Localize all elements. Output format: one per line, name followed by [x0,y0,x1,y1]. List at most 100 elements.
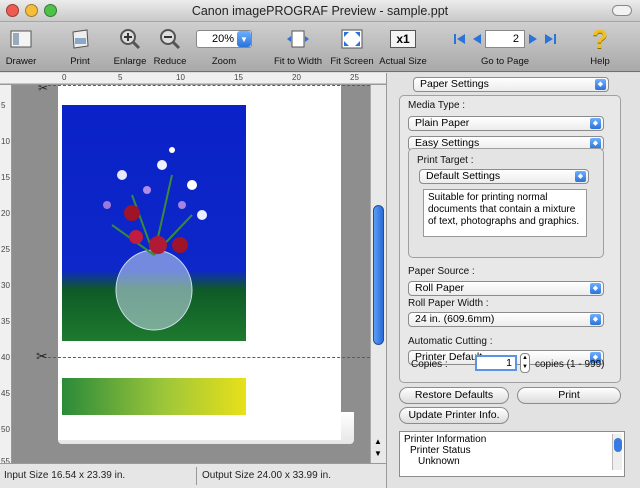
fit-to-width-label: Fit to Width [273,56,323,67]
toolbar-toggle-button[interactable] [612,5,632,16]
ruler-label: 25 [350,73,359,82]
help-button[interactable]: ? Help [580,22,620,72]
page-number-input[interactable]: 2 [485,30,525,48]
update-printer-info-button[interactable]: Update Printer Info. [399,407,509,424]
ruler-label: 25 [1,245,10,254]
paper-settings-group: Media Type : Plain Paper ◆ Easy Settings… [399,95,621,383]
chevron-updown-icon: ◆ [590,314,601,325]
print-button[interactable]: Print [62,22,98,72]
last-page-icon[interactable] [543,32,557,46]
ruler-label: 15 [234,73,243,82]
automatic-cutting-label: Automatic Cutting : [408,336,493,347]
toolbar: Drawer Print Enlarge Reduce 20% ▼ Zoom Fi… [0,22,640,72]
copies-input[interactable]: 1 [475,355,517,371]
zoom-label: Zoom [211,56,237,67]
fit-to-width-button[interactable]: Fit to Width [270,22,326,72]
media-type-label: Media Type : [408,100,466,111]
zoom-value: 20% [211,33,234,45]
drawer-label: Drawer [5,56,37,67]
print-panel-button[interactable]: Print [517,387,621,404]
actual-size-icon: x1 [390,30,416,48]
print-target-value: Default Settings [426,170,501,182]
printer-info-heading: Printer Information [404,434,487,445]
zoom-control: 20% ▼ Zoom [192,22,256,72]
preview-canvas[interactable]: ✂ ✂ [12,85,370,463]
roll-width-label: Roll Paper Width : [408,298,489,309]
next-page-icon[interactable] [528,32,540,46]
restore-defaults-button[interactable]: Restore Defaults [399,387,509,404]
scroll-up-icon[interactable]: ▲ [374,437,382,446]
enlarge-label: Enlarge [113,56,147,67]
copies-range-text: copies (1 - 999) [535,359,605,370]
drawer-button[interactable]: Drawer [2,22,40,72]
ruler-label: 20 [1,209,10,218]
ruler-ticks [0,83,386,84]
copies-label: Copies : [411,359,448,370]
paper-source-select[interactable]: Roll Paper ◆ [408,281,604,296]
chevron-updown-icon: ◆ [595,79,606,90]
ruler-label: 35 [1,317,10,326]
printer-info-box: Printer Information Printer Status Unkno… [399,431,625,477]
previous-page-icon[interactable] [470,32,482,46]
window-title: Canon imagePROGRAF Preview - sample.ppt [191,4,449,18]
media-type-select[interactable]: Plain Paper ◆ [408,116,604,131]
zoom-in-icon [120,29,141,50]
fit-width-icon [287,30,309,48]
reduce-button[interactable]: Reduce [152,22,188,72]
scissors-icon: ✂ [36,348,48,364]
title-bar: Canon imagePROGRAF Preview - sample.ppt [0,0,640,22]
second-page-photo [62,378,246,415]
zoom-dropdown-icon: ▼ [237,31,251,47]
print-target-label: Print Target : [417,155,474,166]
settings-panel: Paper Settings ◆ Media Type : Plain Pape… [386,73,640,488]
input-size-text: Input Size 16.54 x 23.39 in. [4,470,126,481]
fit-screen-icon [341,29,363,49]
print-target-description: Suitable for printing normal documents t… [423,189,587,237]
go-to-page-label: Go to Page [480,56,530,67]
scroll-down-icon[interactable]: ▼ [374,449,382,458]
zoom-out-icon [160,29,181,50]
easy-settings-group: Print Target : Default Settings ◆ Suitab… [408,148,604,258]
vertical-scrollbar[interactable]: ▲ ▼ [370,85,386,463]
print-label: Print [70,56,90,67]
printer-status-value: Unknown [418,456,460,467]
ruler-label: 45 [1,389,10,398]
preview-window: Canon imagePROGRAF Preview - sample.ppt … [0,0,640,488]
status-bar: Input Size 16.54 x 23.39 in. Output Size… [0,463,386,488]
ruler-label: 40 [1,353,10,362]
roll-width-value: 24 in. (609.6mm) [415,313,495,325]
ruler-label: 10 [176,73,185,82]
zoom-select[interactable]: 20% ▼ [196,30,252,48]
page-navigation: 2 Go to Page [446,22,564,72]
ruler-label: 5 [1,101,6,110]
ruler-label: 0 [62,73,67,82]
info-scrollbar[interactable] [612,434,622,470]
printer-icon [72,29,89,49]
enlarge-button[interactable]: Enlarge [112,22,148,72]
media-type-value: Plain Paper [415,117,470,129]
ruler-label: 50 [1,425,10,434]
fit-screen-button[interactable]: Fit Screen [328,22,376,72]
print-target-select[interactable]: Default Settings ◆ [419,169,589,184]
copies-stepper[interactable]: ▲ ▼ [520,353,530,373]
help-icon: ? [592,23,608,54]
flower-photo [62,105,246,341]
top-scissors-icon: ✂ [38,85,49,95]
actual-size-label: Actual Size [379,56,427,67]
first-page-icon[interactable] [453,32,467,46]
cut-line [48,357,370,358]
vertical-ruler: 5 10 15 20 25 30 35 40 45 50 55 [0,85,12,463]
roll-width-select[interactable]: 24 in. (609.6mm) ◆ [408,312,604,327]
paper-source-label: Paper Source : [408,266,475,277]
flower-bouquet-image [103,147,207,331]
ruler-label: 5 [118,73,123,82]
ruler-label: 20 [292,73,301,82]
scroll-thumb[interactable] [373,205,384,345]
actual-size-button[interactable]: x1 Actual Size [378,22,428,72]
fit-screen-label: Fit Screen [330,56,374,67]
ruler-label: 10 [1,137,10,146]
ruler-label: 15 [1,173,10,182]
top-cut-line [48,85,370,86]
section-select[interactable]: Paper Settings ◆ [413,77,609,92]
info-scroll-thumb[interactable] [614,438,622,452]
